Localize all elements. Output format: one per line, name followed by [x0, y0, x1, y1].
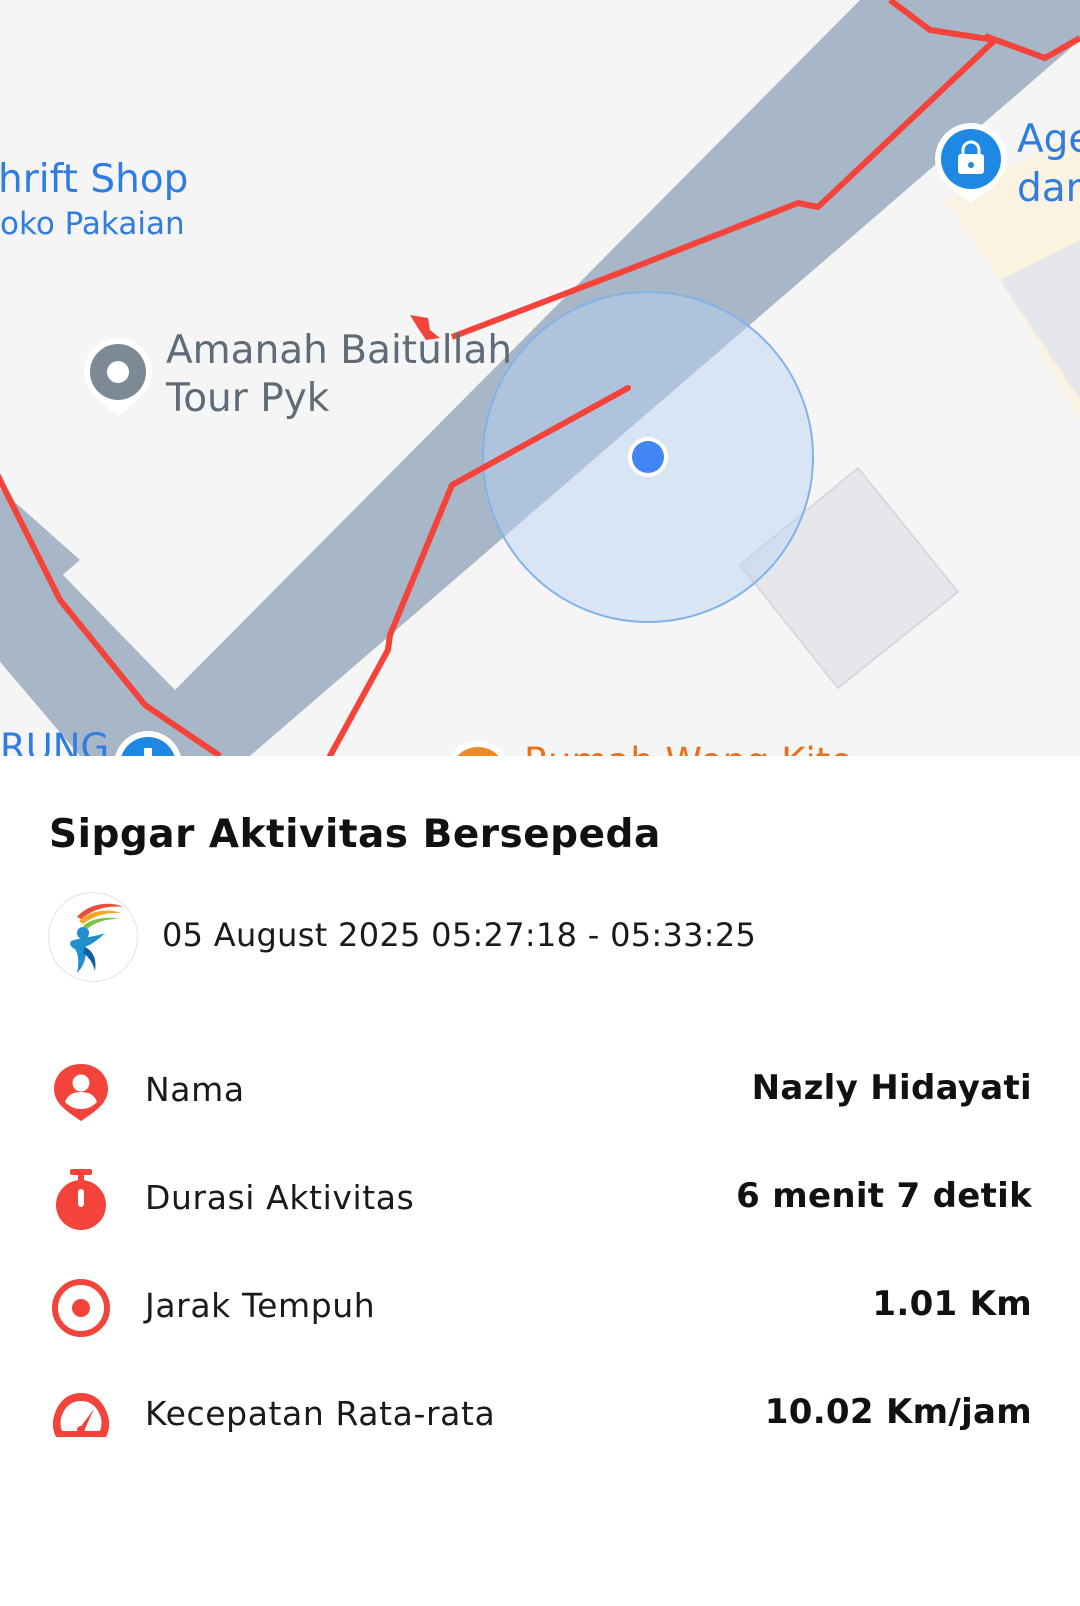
stat-row-distance: Jarak Tempuh 1.01 Km — [48, 1272, 1032, 1342]
stat-value-speed: 10.02 Km/jam — [764, 1392, 1032, 1432]
current-location-dot[interactable] — [632, 441, 664, 473]
activity-datetime: 05 August 2025 05:27:18 - 05:33:25 — [162, 916, 757, 954]
stat-label-speed: Kecepatan Rata-rata — [145, 1394, 496, 1433]
stat-row-duration: Durasi Aktivitas 6 menit 7 detik — [48, 1164, 1032, 1234]
poi-category-thrift-shop: oko Pakaian — [0, 206, 185, 242]
speedometer-icon — [52, 1393, 110, 1437]
app-logo-icon — [48, 892, 138, 982]
poi-label-bottom-left[interactable]: RUNG — [0, 726, 109, 756]
activity-map[interactable]: hrift Shop oko Pakaian Amanah Baitullah … — [0, 0, 1080, 756]
poi-label-amanah-line2[interactable]: Tour Pyk — [166, 376, 329, 423]
activity-title: Sipgar Aktivitas Bersepeda — [49, 812, 661, 857]
person-pin-icon — [54, 1064, 108, 1121]
activity-summary-sheet: Sipgar Aktivitas Bersepeda 05 August 202… — [0, 756, 1080, 1606]
stat-label-name: Nama — [145, 1070, 245, 1109]
stat-value-duration: 6 menit 7 detik — [736, 1176, 1032, 1216]
poi-label-agen-line2[interactable]: dar — [1017, 166, 1080, 213]
poi-label-amanah[interactable]: Amanah Baitullah — [166, 328, 512, 375]
stat-label-distance: Jarak Tempuh — [145, 1286, 376, 1325]
poi-label-thrift-shop[interactable]: hrift Shop — [0, 157, 188, 204]
poi-label-agen[interactable]: Age — [1017, 117, 1080, 164]
poi-label-bottom-mid[interactable]: Rumah Wong Kito — [524, 740, 853, 756]
stat-value-distance: 1.01 Km — [872, 1284, 1032, 1324]
place-pin-icon[interactable] — [84, 338, 152, 416]
stat-row-name: Nama Nazly Hidayati — [48, 1056, 1032, 1126]
stopwatch-icon — [56, 1169, 106, 1230]
stat-value-name: Nazly Hidayati — [751, 1068, 1032, 1108]
stat-label-duration: Durasi Aktivitas — [145, 1178, 415, 1217]
map-canvas — [0, 0, 1080, 756]
target-icon — [52, 1279, 110, 1337]
stat-row-speed: Kecepatan Rata-rata 10.02 Km/jam — [48, 1380, 1032, 1450]
